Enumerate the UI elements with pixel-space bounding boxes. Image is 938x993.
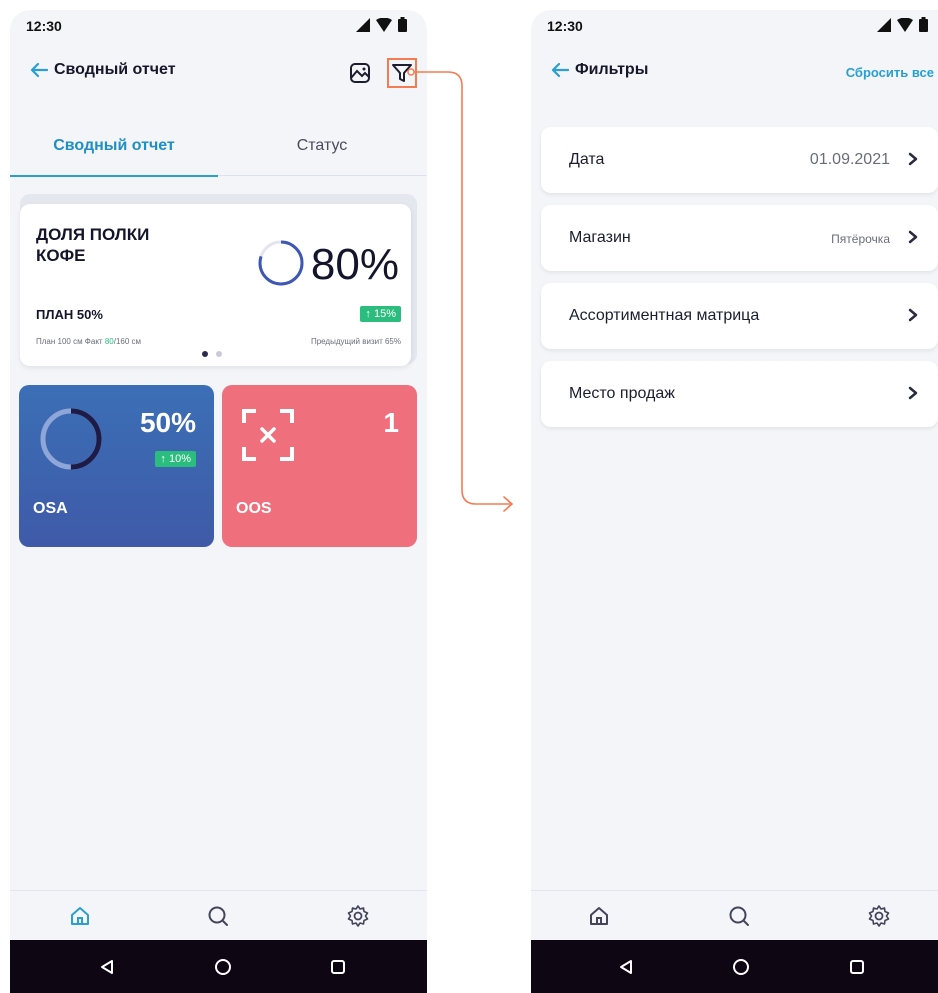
oos-value: 1	[383, 407, 399, 438]
nav-search[interactable]	[203, 901, 233, 931]
carousel-dots	[202, 351, 222, 357]
back-triangle-icon	[620, 960, 632, 974]
flow-diagram: 12:30 Сводный отчет Сводный отчет Статус…	[0, 0, 938, 993]
battery-icon	[398, 17, 407, 32]
tab-label: Сводный отчет	[53, 137, 175, 154]
oos-label: OOS	[236, 500, 272, 517]
search-icon	[208, 906, 228, 926]
fact-value: 80	[104, 337, 114, 346]
android-nav-bar	[10, 940, 427, 993]
settings-icon	[347, 905, 369, 927]
filter-value: Пятёрочка	[831, 232, 890, 246]
nav-settings[interactable]	[343, 901, 373, 931]
plan-fact-suffix: /160 см	[113, 337, 142, 346]
chevron-right-icon	[908, 386, 918, 400]
home-icon	[590, 907, 608, 925]
chevron-right-icon	[908, 230, 918, 244]
android-back-button[interactable]	[614, 956, 638, 978]
filter-button[interactable]	[387, 58, 417, 88]
card-percent: 80%	[310, 240, 399, 289]
status-icons	[356, 17, 407, 32]
app-bar: Сводный отчет	[10, 58, 427, 88]
wifi-icon	[897, 17, 913, 32]
filter-row-date[interactable]: Дата 01.09.2021	[541, 127, 938, 193]
tab-summary-report[interactable]: Сводный отчет	[10, 128, 218, 177]
filter-label: Ассортиментная матрица	[569, 307, 760, 324]
settings-icon	[868, 905, 890, 927]
filter-label: Место продаж	[569, 385, 675, 402]
filter-value: 01.09.2021	[809, 151, 890, 168]
status-bar: 12:30	[10, 10, 427, 40]
home-circle-icon	[733, 959, 749, 975]
wifi-icon	[376, 17, 392, 32]
filter-row-point-of-sale[interactable]: Место продаж	[541, 361, 938, 427]
nav-home[interactable]	[584, 901, 614, 931]
filter-label: Магазин	[569, 229, 631, 246]
carousel-dot[interactable]	[216, 351, 222, 357]
android-home-button[interactable]	[211, 956, 235, 978]
app-bar: Фильтры Сбросить все	[531, 58, 938, 88]
change-badge: ↑ 15%	[360, 306, 401, 322]
osa-value: 50%	[139, 407, 196, 438]
home-circle-icon	[215, 959, 231, 975]
back-triangle-icon	[101, 960, 113, 974]
filter-label: Дата	[569, 151, 605, 168]
filters-screen: 12:30 Фильтры Сбросить все Дата 01.09.20…	[531, 10, 938, 993]
recents-square-icon	[331, 960, 345, 974]
android-back-button[interactable]	[95, 956, 119, 978]
osa-label: OSA	[33, 500, 68, 517]
status-icons	[877, 17, 928, 32]
osa-tile[interactable]: 50% ↑ 10% OSA	[19, 385, 214, 547]
signal-icon	[356, 17, 370, 32]
card-plan-fact: План 100 см Факт 80/160 см	[36, 337, 141, 346]
page-title: Сводный отчет	[54, 61, 176, 78]
app-bar-actions	[345, 58, 417, 88]
reset-all-button[interactable]: Сбросить все	[846, 65, 934, 80]
plan-fact-prefix: План 100 см Факт	[36, 337, 105, 346]
carousel-dot[interactable]	[202, 351, 208, 357]
arrow-left-icon	[30, 62, 48, 78]
filter-icon	[392, 64, 412, 82]
search-icon	[729, 906, 749, 926]
osa-change-badge: ↑ 10%	[155, 451, 196, 467]
battery-icon	[919, 17, 928, 32]
progress-ring	[258, 240, 304, 286]
status-time: 12:30	[26, 18, 62, 34]
summary-report-screen: 12:30 Сводный отчет Сводный отчет Статус…	[10, 10, 427, 993]
tab-status[interactable]: Статус	[218, 128, 426, 176]
status-bar: 12:30	[531, 10, 938, 40]
image-button[interactable]	[345, 58, 375, 88]
page-title: Фильтры	[575, 61, 649, 78]
tab-label: Статус	[296, 137, 348, 154]
image-icon	[350, 63, 370, 83]
scan-x-icon	[242, 409, 294, 461]
card-plan: ПЛАН 50%	[36, 307, 103, 322]
android-nav-bar	[531, 940, 938, 993]
oos-tile[interactable]: 1 OOS	[222, 385, 417, 547]
card-title: ДОЛЯ ПОЛКИ КОФЕ	[36, 225, 150, 265]
chevron-right-icon	[908, 152, 918, 166]
back-button[interactable]: Сводный отчет	[30, 61, 176, 79]
home-icon	[71, 907, 89, 925]
bottom-nav	[531, 890, 938, 938]
shelf-share-card[interactable]: ДОЛЯ ПОЛКИ КОФЕ 80% ПЛАН 50% ↑ 15% План …	[20, 204, 411, 366]
filter-row-store[interactable]: Магазин Пятёрочка	[541, 205, 938, 271]
signal-icon	[877, 17, 891, 32]
nav-search[interactable]	[724, 901, 754, 931]
android-recents-button[interactable]	[326, 956, 350, 978]
previous-visit: Предыдущий визит 65%	[310, 337, 401, 346]
bottom-nav	[10, 890, 427, 938]
osa-progress-ring	[40, 408, 102, 470]
nav-home[interactable]	[65, 901, 95, 931]
filter-row-assortment-matrix[interactable]: Ассортиментная матрица	[541, 283, 938, 349]
tab-bar: Сводный отчет Статус	[10, 128, 427, 177]
arrow-left-icon	[551, 62, 569, 78]
android-home-button[interactable]	[729, 956, 753, 978]
nav-settings[interactable]	[864, 901, 894, 931]
android-recents-button[interactable]	[845, 956, 869, 978]
back-button[interactable]: Фильтры	[551, 61, 648, 79]
chevron-right-icon	[908, 308, 918, 322]
recents-square-icon	[850, 960, 864, 974]
status-time: 12:30	[547, 18, 583, 34]
